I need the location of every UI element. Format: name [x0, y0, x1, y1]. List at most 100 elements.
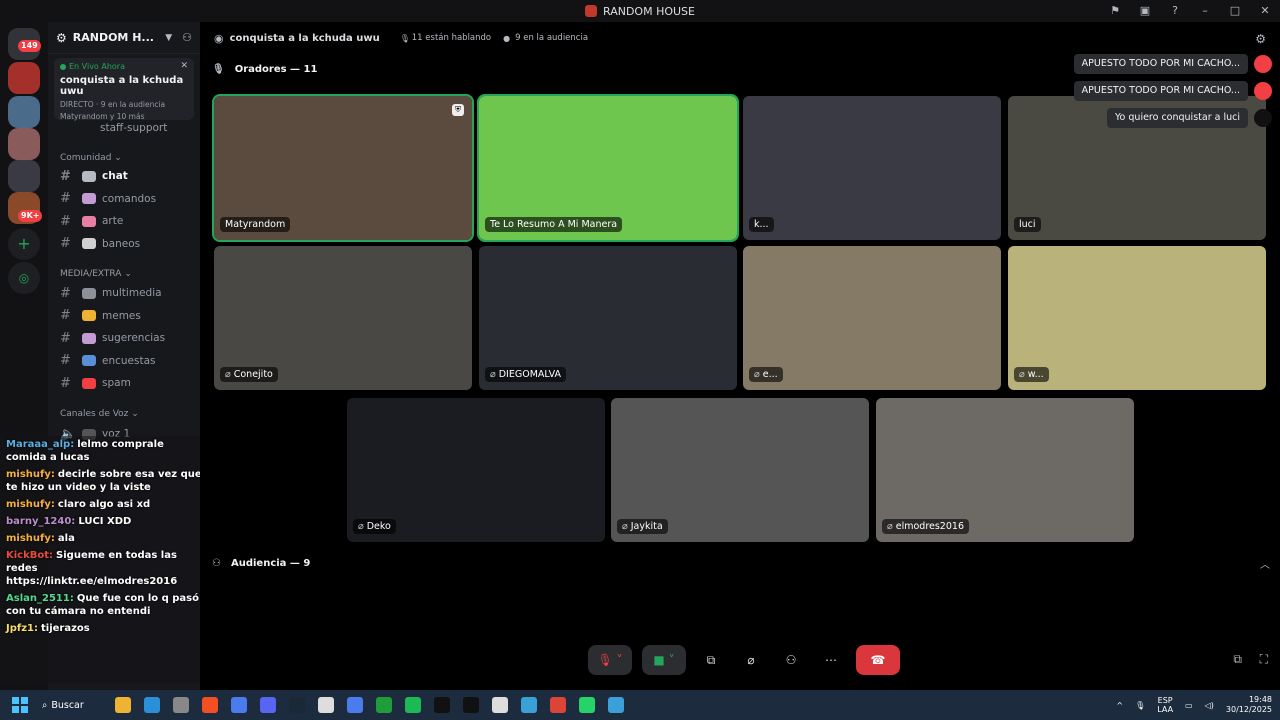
speaker-tile[interactable]: Te Lo Resumo A Mi Manera — [477, 94, 739, 242]
taskbar-app-icon[interactable] — [608, 697, 624, 713]
minimize-icon[interactable]: – — [1198, 4, 1212, 18]
live-now-card[interactable]: En Vivo Ahora ✕ conquista a la kchuda uw… — [54, 58, 194, 121]
fullscreen-icon[interactable]: ⛶ — [1260, 652, 1268, 667]
speaker-name-label: ⌀ e... — [749, 367, 783, 382]
category-comunidad[interactable]: Comunidad ⌄ — [48, 150, 134, 166]
mic-icon: 🎙 — [399, 33, 410, 43]
chat-text: LUCI XDD — [78, 516, 132, 527]
taskbar-search[interactable]: ⌕ Buscar — [42, 700, 102, 711]
taskbar-app-icon[interactable] — [115, 697, 131, 713]
chat-text: tijerazos — [41, 623, 90, 634]
server-icon-4[interactable] — [8, 160, 40, 192]
category-media-extra[interactable]: MEDIA/EXTRA ⌄ — [48, 266, 144, 282]
channel-spam[interactable]: # spam — [54, 373, 194, 393]
windows-start-icon[interactable] — [12, 697, 28, 713]
reaction-toast: APUESTO TODO POR MI CACHO... — [1073, 54, 1248, 74]
channel-emoji-icon — [82, 287, 96, 299]
close-icon[interactable]: ✕ — [180, 61, 188, 71]
channel-arte[interactable]: # arte — [54, 211, 194, 231]
channel-chat[interactable]: # chat — [54, 166, 194, 186]
taskbar-app-icon[interactable] — [550, 697, 566, 713]
network-icon[interactable]: ▭ — [1185, 701, 1193, 710]
mute-button[interactable]: ⌀ — [736, 645, 766, 675]
speaker-name: Deko — [366, 521, 391, 532]
discover-icon[interactable]: ◎ — [8, 262, 40, 294]
category-canales-de-voz[interactable]: Canales de Voz ⌄ — [48, 406, 151, 422]
taskbar-clock[interactable]: 19:48 30/12/2025 — [1226, 695, 1272, 715]
taskbar-app-icon[interactable] — [434, 697, 450, 713]
taskbar-app-icon[interactable] — [144, 697, 160, 713]
channel-staff-support[interactable]: staff-support — [54, 118, 194, 138]
popout-icon[interactable]: ⧉ — [1233, 652, 1242, 667]
maximize-icon[interactable]: □ — [1228, 4, 1242, 18]
taskbar-app-icon[interactable] — [173, 697, 189, 713]
help-icon[interactable]: ? — [1168, 4, 1182, 18]
server-icon-2[interactable] — [8, 96, 40, 128]
speaker-tile[interactable]: ⌀ Jaykita — [611, 398, 869, 542]
taskbar-app-icon[interactable] — [347, 697, 363, 713]
add-server-icon[interactable]: + — [8, 228, 40, 260]
audience-section: ⚇ Audiencia — 9 — [212, 558, 311, 569]
channel-label: arte — [102, 215, 124, 228]
screen-share-button[interactable]: ⧉ — [696, 645, 726, 675]
inbox-icon[interactable]: ⚑ — [1108, 4, 1122, 18]
mic-icon[interactable]: 🎙 — [1135, 701, 1145, 710]
chevron-up-icon[interactable]: ︿ — [1260, 556, 1270, 571]
taskbar-app-icon[interactable] — [289, 697, 305, 713]
speaker-name: elmodres2016 — [895, 521, 964, 532]
channel-sugerencias[interactable]: # sugerencias — [54, 328, 194, 348]
close-window-icon[interactable]: ✕ — [1258, 4, 1272, 18]
server-header[interactable]: ⚙ RANDOM H... ▼ ⚇ — [48, 22, 200, 54]
channel-emoji-icon — [82, 310, 96, 322]
add-member-icon[interactable]: ⚇ — [182, 31, 192, 44]
screen-icon[interactable]: ▣ — [1138, 4, 1152, 18]
speaker-tile[interactable]: ⌀ elmodres2016 — [876, 398, 1134, 542]
speaker-name-label: ⌀ w... — [1014, 367, 1049, 382]
volume-icon[interactable]: ◁) — [1205, 701, 1214, 710]
hash-icon: # — [60, 353, 71, 369]
speaker-name-label: ⌀ Conejito — [220, 367, 278, 382]
gear-icon: ⚙ — [56, 30, 67, 45]
speaker-tile[interactable]: ⌀ DIEGOMALVA — [479, 246, 737, 390]
speaker-name: Te Lo Resumo A Mi Manera — [490, 219, 618, 230]
speaker-tile[interactable]: ⌀ w... — [1008, 246, 1266, 390]
activity-icon[interactable]: ⚙ — [1255, 32, 1266, 46]
taskbar-app-icon[interactable] — [376, 697, 392, 713]
taskbar-app-icon[interactable] — [463, 697, 479, 713]
channel-memes[interactable]: # memes — [54, 306, 194, 326]
chat-message: mishufy: claro algo asi xd — [6, 498, 206, 511]
more-options-button[interactable]: ⋯ — [816, 645, 846, 675]
live-status: En Vivo Ahora — [69, 62, 125, 71]
channel-emoji-icon — [82, 377, 96, 389]
taskbar-app-icon[interactable] — [492, 697, 508, 713]
speaker-tile[interactable]: k... — [743, 96, 1001, 240]
windows-taskbar: ⌕ Buscar ^ 🎙 ESP LAA ▭ ◁) 19:48 30/12/2025 — [0, 690, 1280, 720]
channel-baneos[interactable]: # baneos — [54, 234, 194, 254]
server-icon-3[interactable] — [8, 128, 40, 160]
audience-icon: ● — [503, 33, 511, 43]
speaker-tile[interactable]: ⌀ Conejito — [214, 246, 472, 390]
channel-emoji-icon — [82, 238, 96, 250]
leave-call-button[interactable]: ☎ — [856, 645, 900, 675]
taskbar-app-icon[interactable] — [318, 697, 334, 713]
taskbar-app-icon[interactable] — [231, 697, 247, 713]
taskbar-app-icon[interactable] — [579, 697, 595, 713]
taskbar-app-icon[interactable] — [405, 697, 421, 713]
server-icon-random-house[interactable] — [8, 62, 40, 94]
taskbar-app-icon[interactable] — [521, 697, 537, 713]
chat-username: barny_1240: — [6, 516, 76, 527]
taskbar-app-icon[interactable] — [202, 697, 218, 713]
chat-username: mishufy: — [6, 499, 55, 510]
invite-button[interactable]: ⚇ — [776, 645, 806, 675]
channel-comandos[interactable]: # comandos — [54, 189, 194, 209]
camera-toggle-button[interactable]: ■ ˅ — [642, 645, 686, 675]
taskbar-app-icon[interactable] — [260, 697, 276, 713]
language-indicator[interactable]: ESP LAA — [1157, 696, 1173, 714]
speaker-tile[interactable]: ⌀ Deko — [347, 398, 605, 542]
channel-multimedia[interactable]: # multimedia — [54, 283, 194, 303]
mic-toggle-button[interactable]: 🎙 ˅ — [588, 645, 632, 675]
speaker-tile[interactable]: Matyrandom ⛨ — [212, 94, 474, 242]
channel-encuestas[interactable]: # encuestas — [54, 351, 194, 371]
chevron-up-icon[interactable]: ^ — [1116, 701, 1123, 710]
speaker-tile[interactable]: ⌀ e... — [743, 246, 1001, 390]
